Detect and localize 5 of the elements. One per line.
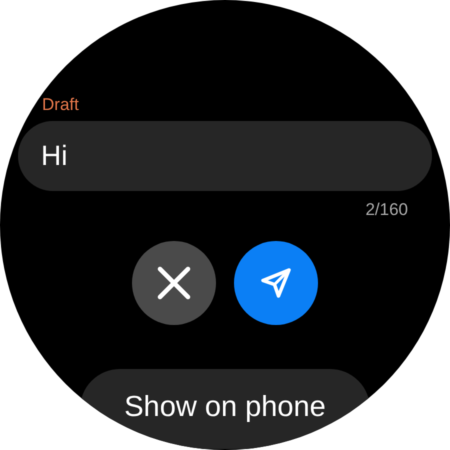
send-icon <box>259 266 293 300</box>
character-count: 2/160 <box>365 200 408 220</box>
show-on-phone-button[interactable]: Show on phone <box>80 369 370 449</box>
message-field[interactable]: Hi <box>18 121 432 191</box>
draft-label: Draft <box>42 94 80 116</box>
